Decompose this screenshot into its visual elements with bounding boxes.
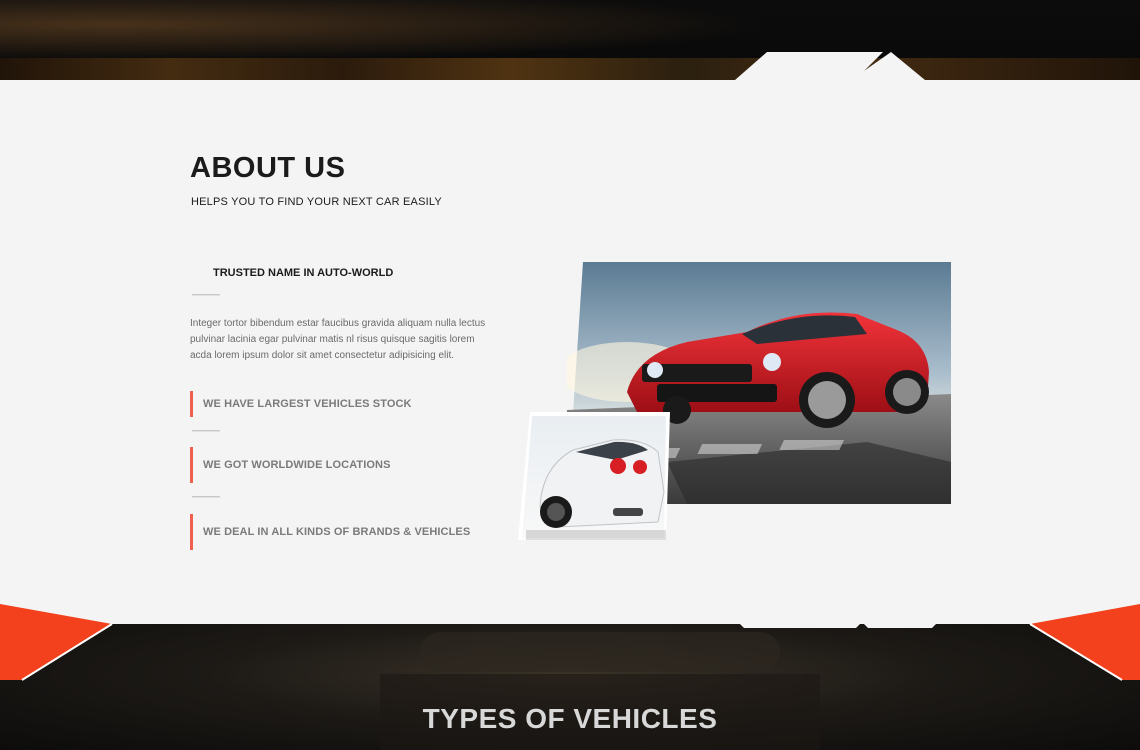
- trusted-heading: TRUSTED NAME IN AUTO-WORLD: [213, 267, 394, 279]
- right-accent-decoration: [1029, 604, 1140, 681]
- left-accent-decoration: [0, 604, 113, 681]
- hero-forest-strip: [0, 58, 1140, 82]
- feature-item-label: WE GOT WORLDWIDE LOCATIONS: [203, 459, 391, 471]
- hero-background: [0, 0, 1140, 82]
- feature-item-stock: WE HAVE LARGEST VEHICLES STOCK: [190, 391, 412, 417]
- about-title: ABOUT US: [190, 152, 346, 184]
- top-notch-decoration: [735, 52, 925, 80]
- divider-dash: [192, 294, 220, 296]
- about-body-text: Integer tortor bibendum estar faucibus g…: [190, 318, 486, 361]
- feature-item-label: WE HAVE LARGEST VEHICLES STOCK: [203, 398, 412, 410]
- vehicles-title: TYPES OF VEHICLES: [422, 703, 718, 734]
- feature-item-locations: WE GOT WORLDWIDE LOCATIONS: [190, 447, 391, 483]
- divider-dash: [192, 430, 220, 432]
- white-car-image: [518, 412, 670, 540]
- about-subtitle: HELPS YOU TO FIND YOUR NEXT CAR EASILY: [191, 196, 442, 208]
- feature-item-brands: WE DEAL IN ALL KINDS OF BRANDS & VEHICLE…: [190, 514, 470, 550]
- divider-dash: [192, 496, 220, 498]
- feature-item-label: WE DEAL IN ALL KINDS OF BRANDS & VEHICLE…: [203, 526, 471, 538]
